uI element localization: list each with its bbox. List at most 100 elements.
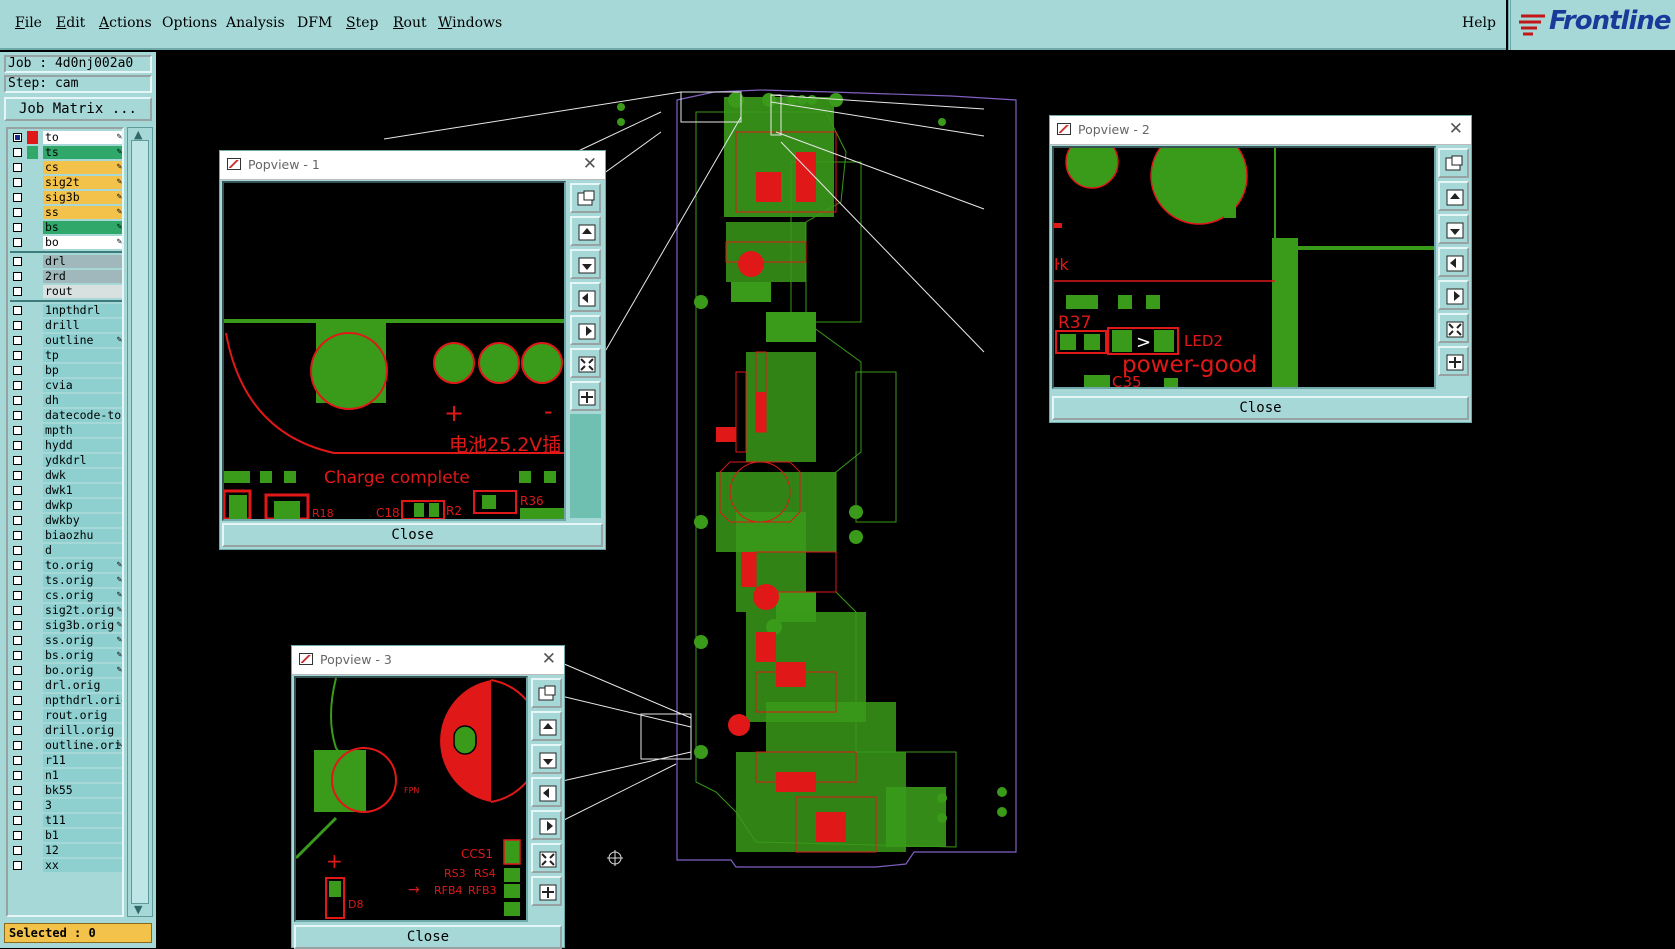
pan-right-icon[interactable] bbox=[1438, 280, 1469, 310]
layer-checkbox[interactable] bbox=[13, 711, 22, 720]
menu-actions[interactable]: Actions bbox=[99, 15, 152, 31]
layer-row-ts[interactable]: ts bbox=[10, 145, 122, 160]
menu-analysis[interactable]: Analysis bbox=[226, 15, 285, 31]
layer-row-biaozhu[interactable]: biaozhu bbox=[10, 528, 122, 543]
layer-name[interactable]: datecode-to bbox=[43, 409, 122, 422]
layer-row-ydkdrl[interactable]: ydkdrl bbox=[10, 453, 122, 468]
layer-checkbox[interactable] bbox=[13, 456, 22, 465]
layer-row-bo[interactable]: bo bbox=[10, 235, 122, 250]
layer-row-drill[interactable]: drill bbox=[10, 318, 122, 333]
layer-name[interactable]: r11 bbox=[43, 754, 122, 767]
layer-name[interactable]: sig3b.orig bbox=[43, 619, 122, 632]
layer-name[interactable]: 2rd bbox=[43, 270, 122, 283]
layer-color-swatch[interactable] bbox=[27, 319, 38, 332]
layer-name[interactable]: ss bbox=[43, 206, 122, 219]
layer-name[interactable]: mpth bbox=[43, 424, 122, 437]
layer-name[interactable]: n1 bbox=[43, 769, 122, 782]
pan-right-icon[interactable] bbox=[570, 315, 601, 345]
layer-name[interactable]: drill.orig bbox=[43, 724, 122, 737]
layer-row-dwk[interactable]: dwk bbox=[10, 468, 122, 483]
layer-color-swatch[interactable] bbox=[27, 191, 38, 204]
layer-row-outline-orig[interactable]: outline.orig bbox=[10, 738, 122, 753]
layer-name[interactable]: sig2t bbox=[43, 176, 122, 189]
layer-name[interactable]: bk55 bbox=[43, 784, 122, 797]
layer-color-swatch[interactable] bbox=[27, 364, 38, 377]
layer-name[interactable]: dwkby bbox=[43, 514, 122, 527]
layer-row-to[interactable]: to bbox=[10, 130, 122, 145]
layer-name[interactable]: bo bbox=[43, 236, 122, 249]
layer-name[interactable]: ss.orig bbox=[43, 634, 122, 647]
pan-left-icon[interactable] bbox=[531, 777, 562, 807]
layer-color-swatch[interactable] bbox=[27, 559, 38, 572]
layer-checkbox[interactable] bbox=[13, 336, 22, 345]
popview-2-close-button[interactable]: Close bbox=[1052, 396, 1469, 420]
center-icon[interactable] bbox=[1438, 346, 1469, 376]
menu-edit[interactable]: Edit bbox=[56, 15, 85, 31]
layer-name[interactable]: to bbox=[43, 131, 122, 144]
layer-row-drl[interactable]: drl bbox=[10, 254, 122, 269]
layer-color-swatch[interactable] bbox=[27, 844, 38, 857]
layer-checkbox[interactable] bbox=[13, 861, 22, 870]
layer-name[interactable]: tp bbox=[43, 349, 122, 362]
layer-color-swatch[interactable] bbox=[27, 709, 38, 722]
layer-color-swatch[interactable] bbox=[27, 784, 38, 797]
layer-name[interactable]: bp bbox=[43, 364, 122, 377]
layer-row-dwkp[interactable]: dwkp bbox=[10, 498, 122, 513]
layer-checkbox[interactable] bbox=[13, 193, 22, 202]
layer-name[interactable]: bo.orig bbox=[43, 664, 122, 677]
layer-name[interactable]: cs.orig bbox=[43, 589, 122, 602]
layer-color-swatch[interactable] bbox=[27, 724, 38, 737]
layer-row-sig2t-orig[interactable]: sig2t.orig bbox=[10, 603, 122, 618]
layer-checkbox[interactable] bbox=[13, 208, 22, 217]
menu-file[interactable]: File bbox=[15, 15, 42, 31]
layer-row-bs-orig[interactable]: bs.orig bbox=[10, 648, 122, 663]
layer-color-swatch[interactable] bbox=[27, 634, 38, 647]
center-icon[interactable] bbox=[531, 876, 562, 906]
layer-name[interactable]: to.orig bbox=[43, 559, 122, 572]
layer-color-swatch[interactable] bbox=[27, 176, 38, 189]
layer-row-3[interactable]: 3 bbox=[10, 798, 122, 813]
layer-name[interactable]: hydd bbox=[43, 439, 122, 452]
layer-name[interactable]: rout.orig bbox=[43, 709, 122, 722]
layer-checkbox[interactable] bbox=[13, 561, 22, 570]
layer-row-drl-orig[interactable]: drl.orig bbox=[10, 678, 122, 693]
layer-name[interactable]: 12 bbox=[43, 844, 122, 857]
layer-name[interactable]: 3 bbox=[43, 799, 122, 812]
layer-name[interactable]: cs bbox=[43, 161, 122, 174]
layer-color-swatch[interactable] bbox=[27, 236, 38, 249]
layer-name[interactable]: bs bbox=[43, 221, 122, 234]
layer-checkbox[interactable] bbox=[13, 606, 22, 615]
layer-color-swatch[interactable] bbox=[27, 206, 38, 219]
layer-checkbox[interactable] bbox=[13, 501, 22, 510]
layer-color-swatch[interactable] bbox=[27, 409, 38, 422]
layer-color-swatch[interactable] bbox=[27, 304, 38, 317]
layer-checkbox[interactable] bbox=[13, 651, 22, 660]
layer-checkbox[interactable] bbox=[13, 786, 22, 795]
layer-color-swatch[interactable] bbox=[27, 334, 38, 347]
layer-name[interactable]: cvia bbox=[43, 379, 122, 392]
popview-3-close-button[interactable]: Close bbox=[294, 925, 562, 949]
layer-checkbox[interactable] bbox=[13, 666, 22, 675]
layer-row-rout[interactable]: rout bbox=[10, 284, 122, 299]
pan-right-icon[interactable] bbox=[531, 810, 562, 840]
layer-checkbox[interactable] bbox=[13, 411, 22, 420]
layer-checkbox[interactable] bbox=[13, 148, 22, 157]
layer-name[interactable]: outline bbox=[43, 334, 122, 347]
popview-1-scroll-strip[interactable] bbox=[570, 414, 601, 518]
layer-checkbox[interactable] bbox=[13, 801, 22, 810]
layer-name[interactable]: dh bbox=[43, 394, 122, 407]
layer-name[interactable]: b1 bbox=[43, 829, 122, 842]
layer-row-dh[interactable]: dh bbox=[10, 393, 122, 408]
overview-icon[interactable] bbox=[570, 183, 601, 213]
layer-checkbox[interactable] bbox=[13, 441, 22, 450]
layer-row-datecode-to[interactable]: datecode-to bbox=[10, 408, 122, 423]
layer-checkbox[interactable] bbox=[13, 546, 22, 555]
layer-name[interactable]: dwk bbox=[43, 469, 122, 482]
layer-name[interactable]: biaozhu bbox=[43, 529, 122, 542]
layer-name[interactable]: drl bbox=[43, 255, 122, 268]
layer-row-2rd[interactable]: 2rd bbox=[10, 269, 122, 284]
layer-row-bk55[interactable]: bk55 bbox=[10, 783, 122, 798]
pan-up-icon[interactable] bbox=[1438, 181, 1469, 211]
scroll-thumb[interactable] bbox=[131, 140, 149, 904]
layer-row-cs[interactable]: cs bbox=[10, 160, 122, 175]
